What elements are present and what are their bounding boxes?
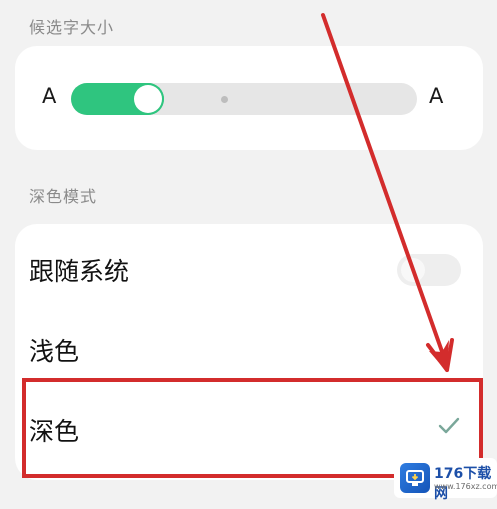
annotation-arrow-icon [321,13,454,372]
watermark-logo: 176下载网 www.176xz.com [394,458,497,502]
watermark-url: www.176xz.com [434,482,497,491]
watermark-logo-icon [400,463,430,493]
